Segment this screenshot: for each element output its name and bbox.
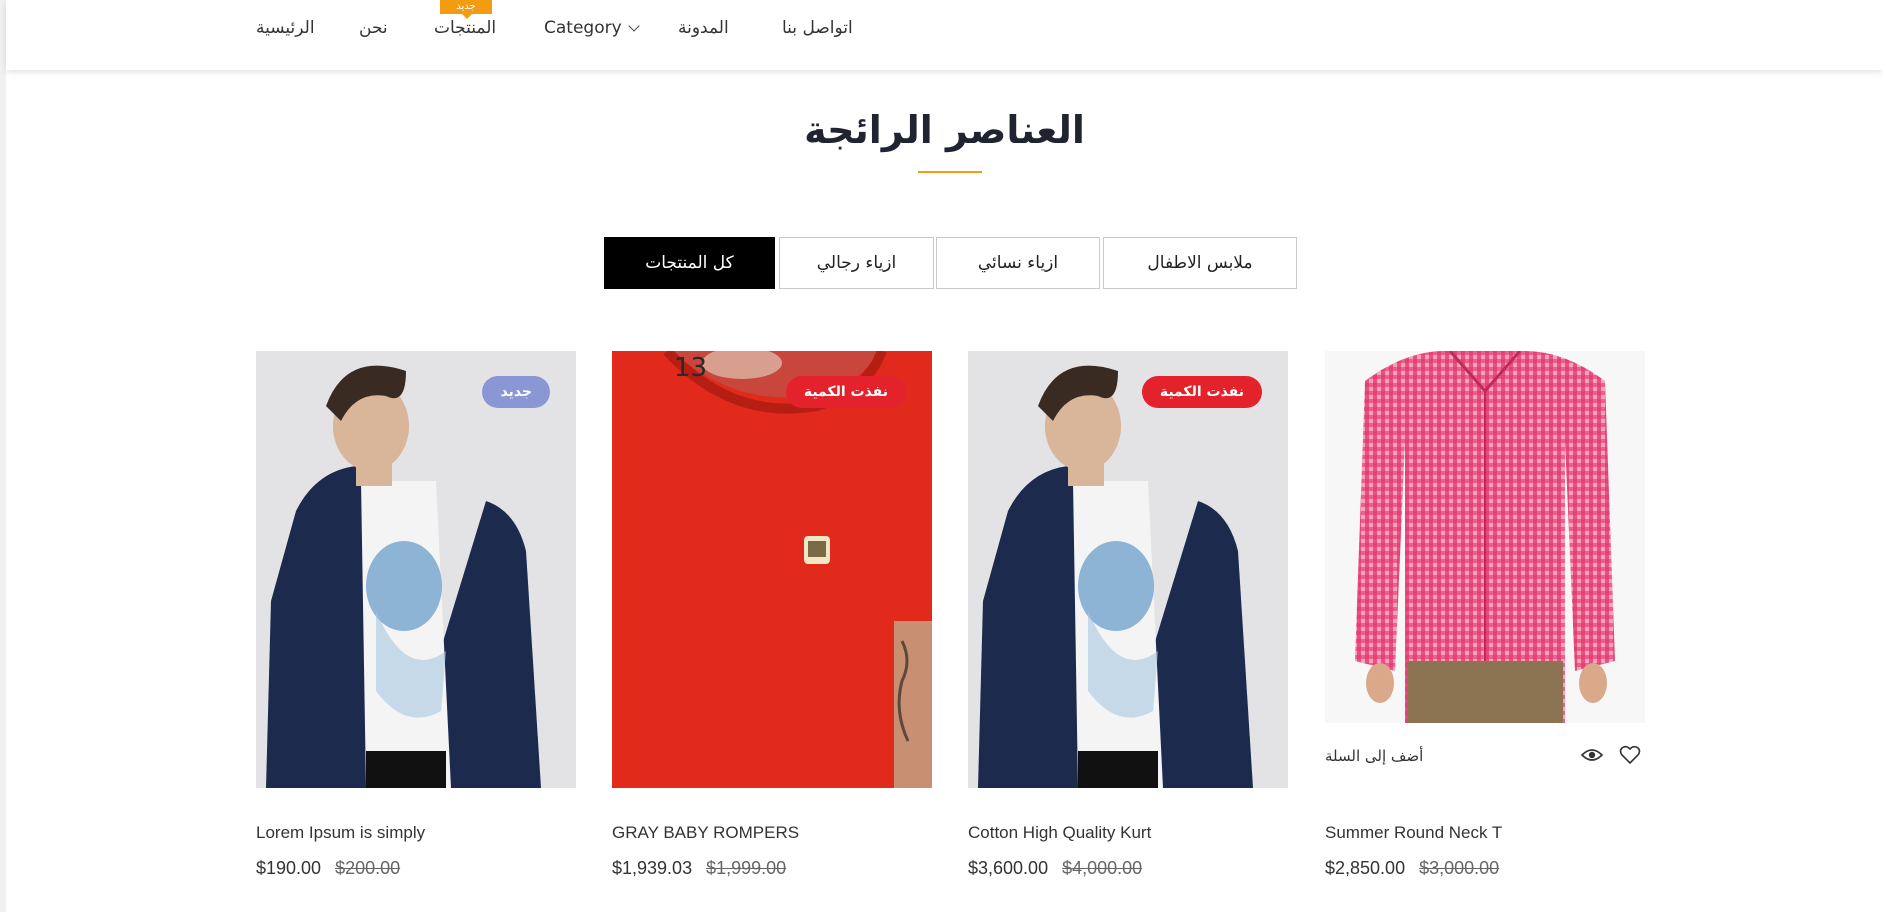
product-image-man-in-navy-blazer[interactable]: جديد (256, 351, 576, 788)
title-underline (918, 171, 982, 173)
status-badge: نفذت الكمية (785, 376, 906, 408)
tab-all-products[interactable]: كل المنتجات (604, 237, 775, 289)
tab-men[interactable]: ازياء رجالي (779, 237, 934, 289)
product-image-red-gingham-shirt[interactable] (1325, 351, 1645, 723)
product-name[interactable]: GRAY BABY ROMPERS (612, 823, 799, 843)
product-price: $1,939.03 $1,999.00 (612, 858, 786, 879)
price-current: $2,850.00 (1325, 858, 1406, 878)
product-name[interactable]: Lorem Ipsum is simply (256, 823, 425, 843)
product-card[interactable]: جديد Lorem Ipsum is simply $190.00 $200.0… (256, 351, 576, 878)
product-card[interactable]: نفذت الكمية Cotton High Quality Kurt $3,… (968, 351, 1288, 878)
nav-contact[interactable]: اتواصل بنا (782, 18, 853, 38)
tab-women[interactable]: ازياء نسائي (936, 237, 1100, 289)
tab-kids[interactable]: ملابس الاطفال (1103, 237, 1297, 289)
price-old: $3,000.00 (1419, 858, 1500, 878)
main-nav: اتواصل بنا المدونة Category المنتجات نحن… (6, 0, 1883, 70)
status-badge: جديد (482, 376, 550, 408)
svg-text:13: 13 (674, 353, 707, 383)
nav-home[interactable]: الرئيسية (256, 18, 315, 38)
price-old: $1,999.00 (706, 858, 787, 878)
price-current: $190.00 (256, 858, 322, 878)
heart-icon[interactable] (1619, 745, 1641, 769)
chevron-down-icon (627, 20, 640, 32)
price-old: $4,000.00 (1062, 858, 1143, 878)
section-title: العناصر الرائجة (804, 108, 1085, 152)
product-card[interactable]: 13 نفذت الكمية GRAY BABY ROMPERS $1,939.… (612, 351, 932, 878)
product-image-man-in-navy-blazer[interactable]: نفذت الكمية (968, 351, 1288, 788)
product-actions: أضف إلى السلة (1325, 743, 1645, 773)
nav-about[interactable]: نحن (359, 18, 388, 38)
product-name[interactable]: Cotton High Quality Kurt (968, 823, 1151, 843)
nav-category-label: Category (544, 18, 622, 38)
product-card[interactable]: أضف إلى السلة Summer Round Neck T $2,850… (1325, 351, 1645, 878)
nav-category[interactable]: Category (544, 18, 640, 38)
price-current: $1,939.03 (612, 858, 693, 878)
site-header: اتواصل بنا المدونة Category المنتجات نحن… (6, 0, 1883, 70)
product-price: $2,850.00 $3,000.00 (1325, 858, 1499, 879)
product-image-red-tshirt-closeup[interactable]: 13 نفذت الكمية (612, 351, 932, 788)
nav-new-badge: جديد (440, 0, 492, 19)
price-current: $3,600.00 (968, 858, 1049, 878)
price-old: $200.00 (335, 858, 401, 878)
product-name[interactable]: Summer Round Neck T (1325, 823, 1502, 843)
nav-blog[interactable]: المدونة (678, 18, 729, 38)
nav-products[interactable]: المنتجات (434, 18, 496, 38)
status-badge: نفذت الكمية (1141, 376, 1262, 408)
product-price: $3,600.00 $4,000.00 (968, 858, 1142, 879)
eye-icon[interactable] (1580, 747, 1604, 767)
product-price: $190.00 $200.00 (256, 858, 400, 879)
add-to-cart-link[interactable]: أضف إلى السلة (1325, 747, 1423, 765)
